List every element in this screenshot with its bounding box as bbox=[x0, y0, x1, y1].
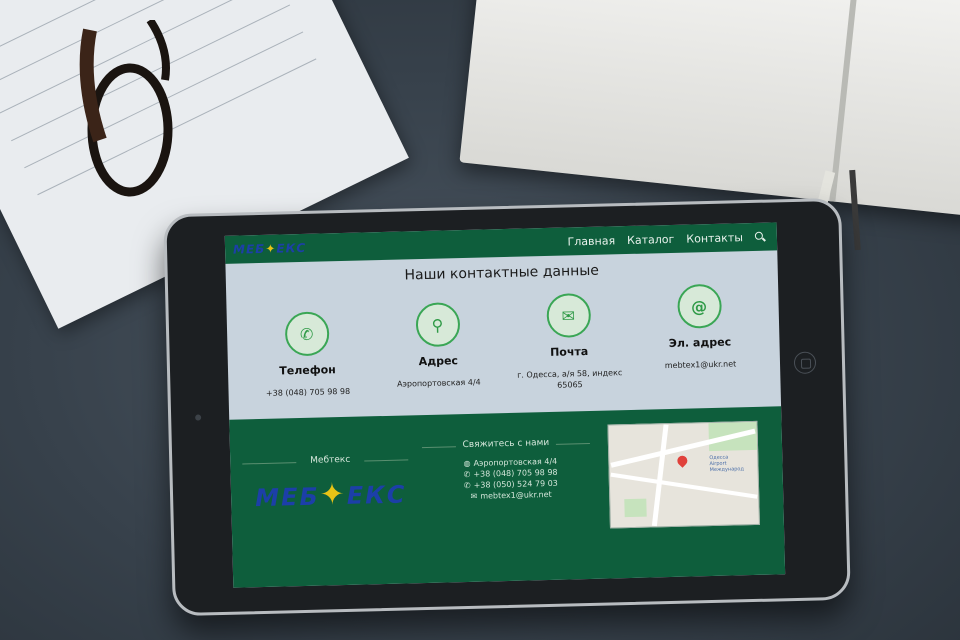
search-icon[interactable] bbox=[755, 232, 765, 242]
mail-icon: ✉ bbox=[545, 292, 591, 339]
top-navbar: МЕБ✦ЕКС Главная Каталог Контакты bbox=[224, 222, 778, 264]
footer-contact-list: ◍ Аэропортовская 4/4 ✆ +38 (048) 705 98 98… bbox=[440, 455, 581, 502]
contact-name: Телефон bbox=[279, 363, 336, 378]
contact-name: Адрес bbox=[418, 354, 459, 369]
phone-icon: ✆ bbox=[463, 480, 471, 491]
location-map[interactable]: Одесса Airport Международ bbox=[607, 420, 760, 529]
contact-value: Аэропортовская 4/4 bbox=[396, 377, 481, 389]
eyeglasses bbox=[79, 20, 173, 197]
map-pin-icon[interactable] bbox=[675, 453, 690, 468]
tablet-device: МЕБ✦ЕКС Главная Каталог Контакты Наши ко… bbox=[163, 197, 851, 617]
star-icon: ✦ bbox=[319, 476, 348, 513]
nav-logo[interactable]: МЕБ✦ЕКС bbox=[233, 241, 306, 257]
contact-email: @ Эл. адрес mebtex1@ukr.net bbox=[639, 283, 762, 390]
contact-value[interactable]: mebtex1@ukr.net bbox=[640, 358, 760, 372]
notebook bbox=[459, 0, 960, 217]
globe-icon: ◍ bbox=[463, 458, 471, 469]
phone-icon: ✆ bbox=[463, 469, 471, 480]
contact-value[interactable]: +38 (048) 705 98 98 bbox=[248, 385, 368, 399]
contact-name: Почта bbox=[549, 345, 589, 359]
footer-brand-title: Мебтекс bbox=[310, 454, 351, 466]
footer-contact-title: Свяжитесь с нами bbox=[462, 437, 550, 451]
map-pin-icon: ⚲ bbox=[414, 302, 460, 348]
contact-mail: ✉ Почта г. Одесса, а/я 58, индекс 65065 bbox=[508, 292, 630, 393]
contact-phone: ✆ Телефон +38 (048) 705 98 98 bbox=[246, 310, 368, 399]
star-icon: ✦ bbox=[265, 241, 277, 256]
mail-icon: ✉ bbox=[470, 491, 478, 501]
nav-link-home[interactable]: Главная bbox=[567, 234, 615, 248]
contact-value: г. Одесса, а/я 58, индекс 65065 bbox=[517, 368, 623, 390]
footer-item-email[interactable]: ✉ mebtex1@ukr.net bbox=[441, 488, 581, 502]
at-icon: @ bbox=[676, 283, 722, 329]
contacts-row: ✆ Телефон +38 (048) 705 98 98 ⚲ Адрес Аэ… bbox=[226, 283, 780, 399]
footer: Мебтекс МЕБ✦ЕКС Свяжитесь с нами ◍ Аэропо… bbox=[229, 406, 786, 588]
phone-icon: ✆ bbox=[284, 311, 330, 357]
nav-link-contacts[interactable]: Контакты bbox=[686, 231, 743, 245]
footer-logo[interactable]: МЕБ✦ЕКС bbox=[255, 475, 407, 514]
tablet-screen: МЕБ✦ЕКС Главная Каталог Контакты Наши ко… bbox=[224, 222, 786, 588]
contact-name: Эл. адрес bbox=[668, 335, 732, 351]
contact-address: ⚲ Адрес Аэропортовская 4/4 bbox=[377, 301, 499, 396]
nav-link-catalog[interactable]: Каталог bbox=[627, 232, 675, 246]
camera-icon bbox=[195, 414, 202, 421]
home-button[interactable] bbox=[793, 351, 817, 374]
